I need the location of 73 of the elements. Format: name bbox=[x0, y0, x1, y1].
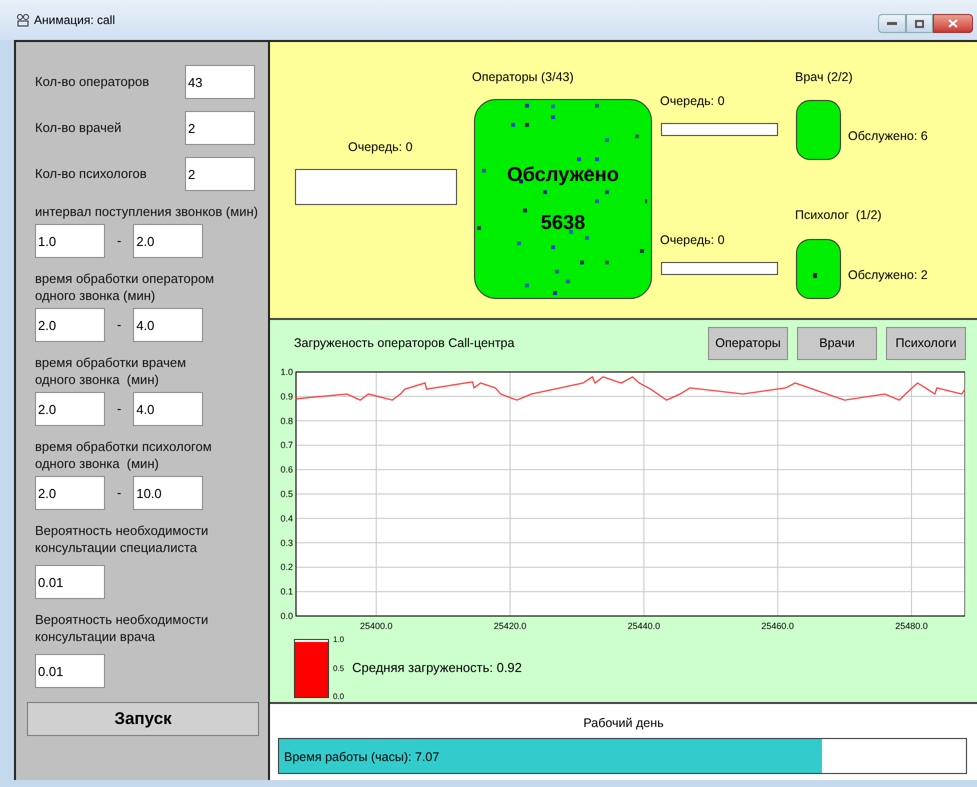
y-tick-label: 0.6 bbox=[280, 464, 293, 475]
doctor-served: Обслужено: 6 bbox=[848, 128, 928, 145]
queue-label: Очередь: 0 bbox=[660, 232, 725, 249]
x-tick-label: 25480.0 bbox=[895, 621, 928, 631]
input-field[interactable]: 2.0 bbox=[35, 476, 105, 510]
y-tick-label: 0.4 bbox=[280, 513, 293, 524]
served-label: Обслужено bbox=[507, 163, 619, 188]
input-field[interactable]: 4.0 bbox=[133, 308, 204, 342]
close-button[interactable] bbox=[933, 14, 973, 33]
chart-tab-button[interactable]: Операторы bbox=[708, 327, 788, 360]
input-field[interactable]: 2.0 bbox=[133, 224, 204, 258]
close-icon bbox=[948, 19, 958, 28]
y-tick-label: 1.0 bbox=[280, 367, 293, 377]
served-count: 5638 bbox=[540, 211, 586, 236]
input-field[interactable]: 0.01 bbox=[35, 654, 105, 688]
field-label: время обработки врачем одного звонка (мин) bbox=[35, 354, 188, 388]
input-field[interactable]: 43 bbox=[185, 65, 255, 99]
field-label: Кол-во врачей bbox=[35, 119, 122, 138]
queue-label: Очередь: 0 bbox=[660, 93, 725, 110]
input-field[interactable]: 2.0 bbox=[35, 392, 105, 426]
minimize-icon bbox=[887, 22, 897, 25]
field-label: Кол-во психологов bbox=[35, 165, 147, 184]
psychologist-title: Психолог (1/2) bbox=[795, 207, 882, 224]
x-tick-label: 25460.0 bbox=[761, 621, 794, 631]
range-separator: - bbox=[117, 484, 122, 502]
range-separator: - bbox=[117, 232, 122, 250]
x-tick-label: 25400.0 bbox=[360, 621, 393, 631]
queue-label: Очередь: 0 bbox=[348, 139, 413, 156]
input-field[interactable]: 10.0 bbox=[133, 476, 204, 510]
app-icon bbox=[16, 13, 30, 27]
input-field[interactable]: 2.0 bbox=[35, 308, 105, 342]
y-tick-label: 0.5 bbox=[280, 489, 293, 499]
input-field[interactable]: 2 bbox=[185, 111, 255, 145]
input-field[interactable]: 2 bbox=[185, 157, 255, 191]
psychologist-served: Обслужено: 2 bbox=[848, 267, 928, 284]
field-label: интервал поступления звонков (мин) bbox=[35, 203, 259, 220]
meter-tick-label: 0.5 bbox=[333, 664, 344, 672]
psychologist-node bbox=[796, 239, 841, 299]
y-tick-label: 0.1 bbox=[280, 586, 293, 597]
window-title: Анимация: call bbox=[34, 12, 116, 29]
meter-tick-label: 1.0 bbox=[333, 635, 344, 644]
field-label: Вероятность необходимости консультации врача bbox=[35, 611, 210, 645]
operators-title: Операторы (3/43) bbox=[472, 69, 574, 86]
field-label: время обработки оператором одного звонка (мин) bbox=[35, 270, 216, 304]
maximize-icon bbox=[915, 20, 924, 28]
doctor-title: Врач (2/2) bbox=[795, 69, 853, 86]
input-field[interactable]: 4.0 bbox=[133, 392, 204, 426]
start-button[interactable]: Запуск bbox=[27, 702, 259, 736]
average-load-text: Средняя загруженость: 0.92 bbox=[352, 659, 522, 678]
chart-tab-button[interactable]: Врачи bbox=[797, 327, 877, 360]
input-field[interactable]: 0.01 bbox=[35, 565, 105, 599]
workday-title: Рабочий день bbox=[583, 715, 664, 732]
chart-title: Загруженость операторов Call-центра bbox=[294, 335, 514, 352]
y-tick-label: 0.3 bbox=[280, 538, 293, 548]
maximize-button[interactable] bbox=[906, 14, 933, 33]
y-tick-label: 0.9 bbox=[280, 391, 293, 402]
input-field[interactable]: 1.0 bbox=[35, 224, 105, 258]
x-tick-label: 25420.0 bbox=[494, 621, 526, 631]
y-tick-label: 0.7 bbox=[280, 440, 293, 450]
y-tick-label: 0.0 bbox=[280, 611, 293, 621]
y-tick-label: 0.8 bbox=[280, 416, 293, 426]
doctor-node bbox=[796, 100, 841, 160]
chart-tab-button[interactable]: Психологи bbox=[886, 327, 966, 360]
field-label: Кол-во операторов bbox=[35, 73, 150, 92]
range-separator: - bbox=[117, 316, 122, 334]
minimize-button[interactable] bbox=[878, 14, 906, 33]
progress-label: Время работы (часы): 7.07 bbox=[284, 748, 440, 766]
meter-tick-label: 0.0 bbox=[333, 692, 344, 701]
x-tick-label: 25440.0 bbox=[628, 621, 660, 631]
y-tick-label: 0.2 bbox=[280, 562, 293, 572]
range-separator: - bbox=[117, 400, 122, 418]
field-label: Вероятность необходимости консультации специалиста bbox=[35, 522, 210, 556]
field-label: время обработки психологом одного звонка (мин) bbox=[35, 438, 213, 472]
